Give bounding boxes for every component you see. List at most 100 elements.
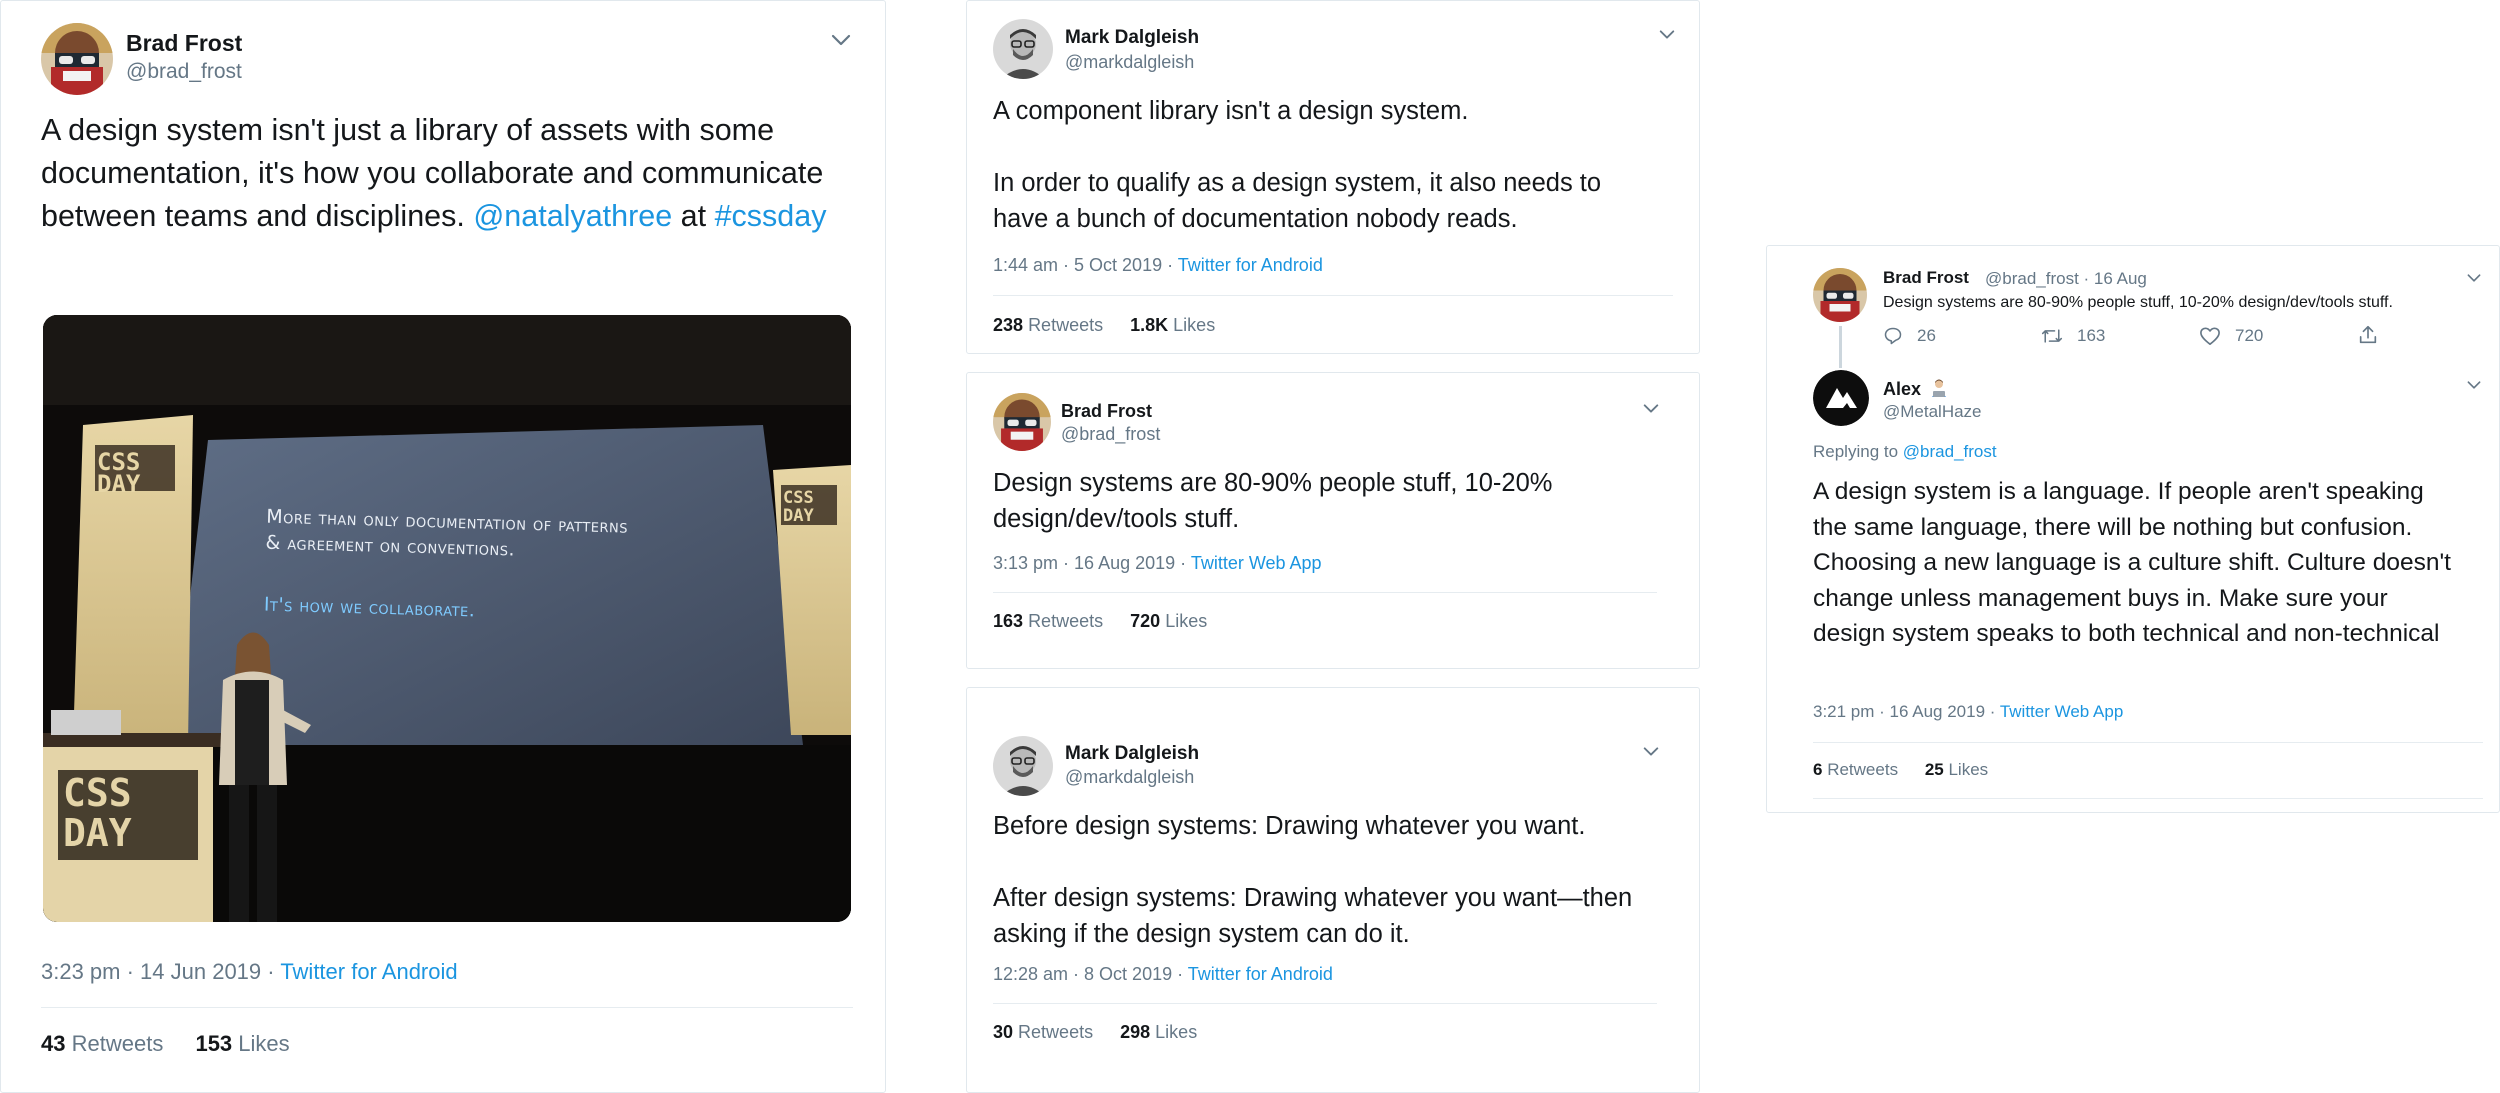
mark-dalgleish-avatar-image [993, 736, 1053, 796]
share-action[interactable] [2357, 324, 2393, 346]
retweets-stat[interactable]: 30 Retweets [993, 1022, 1093, 1042]
alex-avatar-image [1813, 370, 1869, 426]
tweet-stats: 43 Retweets 153 Likes [41, 1031, 290, 1057]
tweet-text: A component library isn't a design syste… [993, 93, 1663, 237]
reply-avatar[interactable] [1813, 370, 1869, 426]
mention-link[interactable]: @natalyathree [473, 199, 672, 233]
retweets-stat[interactable]: 6 Retweets [1813, 760, 1898, 779]
author-handle[interactable]: @brad_frost [126, 60, 242, 84]
avatar[interactable] [41, 23, 113, 95]
likes-count: 720 [1130, 611, 1161, 631]
tweet-text-line-2: In order to qualify as a design system, … [993, 169, 1602, 233]
tweet-meta: 3:23 pm · 14 Jun 2019 · Twitter for Andr… [41, 959, 458, 985]
reply-tweet-text: A design system is a language. If people… [1813, 478, 2451, 647]
reply-author-name[interactable]: Alex [1883, 378, 1949, 400]
chevron-down-icon[interactable] [831, 33, 851, 47]
likes-label: Likes [1173, 315, 1216, 335]
tweet-text-line-1: Design systems are 80-90% people stuff, … [993, 469, 1553, 533]
timestamp[interactable]: 1:44 am · 5 Oct 2019 · [993, 255, 1178, 275]
retweets-label: Retweets [1827, 760, 1899, 779]
retweet-action[interactable]: 163 [2041, 326, 2105, 346]
divider [993, 592, 1657, 593]
avatar[interactable] [993, 19, 1053, 79]
reply-action[interactable]: 26 [1883, 326, 1936, 346]
likes-count: 153 [195, 1031, 233, 1056]
tweet-card-brad-frost-photo[interactable]: Brad Frost @brad_frost A design system i… [0, 0, 886, 1093]
divider [993, 295, 1673, 296]
retweets-count: 43 [41, 1031, 66, 1056]
author-handle[interactable]: @markdalgleish [1065, 767, 1194, 788]
retweets-label: Retweets [1028, 315, 1104, 335]
parent-handle-date[interactable]: @brad_frost · 16 Aug [1985, 269, 2147, 289]
brad-frost-avatar-image [1813, 268, 1867, 322]
likes-label: Likes [1165, 611, 1208, 631]
tweet-card-mark-dalgleish-1[interactable]: Mark Dalgleish @markdalgleish A componen… [966, 0, 1700, 354]
author-name[interactable]: Brad Frost [1061, 401, 1152, 422]
retweets-count: 6 [1813, 760, 1823, 779]
retweets-stat[interactable]: 163 Retweets [993, 611, 1103, 631]
avatar[interactable] [993, 736, 1053, 796]
reply-author-handle[interactable]: @MetalHaze [1883, 402, 1982, 422]
likes-stat[interactable]: 298 Likes [1120, 1022, 1197, 1042]
chevron-down-icon[interactable] [1659, 29, 1675, 40]
author-handle[interactable]: @markdalgleish [1065, 52, 1194, 73]
chevron-down-icon[interactable] [2467, 380, 2481, 390]
chevron-down-icon[interactable] [1643, 746, 1659, 757]
share-icon [2359, 325, 2377, 344]
tweet-card-mark-dalgleish-2[interactable]: Mark Dalgleish @markdalgleish Before des… [966, 687, 1700, 1093]
reply-tweet-stats: 6 Retweets 25 Likes [1813, 760, 1988, 780]
tweet-card-thread-alex[interactable]: Brad Frost @brad_frost · 16 Aug Design s… [1766, 245, 2500, 813]
likes-count: 298 [1120, 1022, 1151, 1042]
source-link[interactable]: Twitter for Android [1178, 255, 1323, 275]
likes-label: Likes [1948, 760, 1989, 779]
tweet-photo[interactable]: More than only documentation of patterns… [43, 315, 851, 922]
thread-connector-line [1839, 326, 1842, 368]
retweets-stat[interactable]: 238 Retweets [993, 315, 1103, 335]
podium-logo: CSS DAY [63, 771, 132, 855]
likes-stat[interactable]: 153 Likes [195, 1031, 289, 1056]
slide-text: More than only documentation of patterns… [263, 504, 726, 631]
source-link[interactable]: Twitter Web App [1191, 553, 1322, 573]
source-link[interactable]: Twitter for Android [1188, 964, 1333, 984]
timestamp[interactable]: 3:21 pm · 16 Aug 2019 · [1813, 702, 2000, 721]
likes-stat[interactable]: 720 Likes [1130, 611, 1207, 631]
tweet-text-line-2: After design systems: Drawing whatever y… [993, 884, 1633, 948]
tweet-meta: 12:28 am · 8 Oct 2019 · Twitter for Andr… [993, 964, 1333, 985]
chevron-down-icon[interactable] [2467, 273, 2481, 283]
likes-label: Likes [1155, 1022, 1198, 1042]
author-name[interactable]: Mark Dalgleish [1065, 743, 1199, 765]
likes-count: 25 [1924, 760, 1944, 779]
mark-dalgleish-avatar-image [993, 19, 1053, 79]
replying-to-handle-link[interactable]: @brad_frost [1903, 442, 1997, 461]
parent-author-name[interactable]: Brad Frost [1883, 268, 1969, 288]
retweets-count: 30 [993, 1022, 1014, 1042]
like-action[interactable]: 720 [2199, 326, 2263, 346]
tweet-stats: 30 Retweets 298 Likes [993, 1022, 1197, 1043]
timestamp[interactable]: 3:13 pm · 16 Aug 2019 · [993, 553, 1191, 573]
tweet-card-brad-frost-2[interactable]: Brad Frost @brad_frost Design systems ar… [966, 372, 1700, 669]
retweets-stat[interactable]: 43 Retweets [41, 1031, 163, 1056]
likes-stat[interactable]: 1.8K Likes [1130, 315, 1215, 335]
reply-tweet-meta: 3:21 pm · 16 Aug 2019 · Twitter Web App [1813, 702, 2123, 722]
retweets-count: 238 [993, 315, 1024, 335]
retweets-label: Retweets [1018, 1022, 1094, 1042]
chevron-down-icon[interactable] [1643, 403, 1659, 414]
author-handle[interactable]: @brad_frost [1061, 424, 1160, 445]
source-link[interactable]: Twitter Web App [2000, 702, 2123, 721]
retweets-label: Retweets [1028, 611, 1104, 631]
tweet-text: Design systems are 80-90% people stuff, … [993, 465, 1633, 537]
author-name[interactable]: Brad Frost [126, 30, 242, 57]
timestamp[interactable]: 3:23 pm · 14 Jun 2019 · [41, 959, 280, 984]
avatar[interactable] [993, 393, 1051, 451]
banner-logo-right: CSS DAY [783, 488, 814, 526]
source-link[interactable]: Twitter for Android [280, 959, 457, 984]
hashtag-link[interactable]: #cssday [715, 199, 827, 233]
timestamp[interactable]: 12:28 am · 8 Oct 2019 · [993, 964, 1188, 984]
tweet-stats: 238 Retweets 1.8K Likes [993, 315, 1215, 336]
likes-label: Likes [238, 1031, 290, 1056]
tweet-stats: 163 Retweets 720 Likes [993, 611, 1207, 632]
author-name[interactable]: Mark Dalgleish [1065, 27, 1199, 49]
parent-avatar[interactable] [1813, 268, 1867, 322]
likes-stat[interactable]: 25 Likes [1925, 760, 1988, 779]
tweet-text-connector: at [680, 199, 707, 233]
